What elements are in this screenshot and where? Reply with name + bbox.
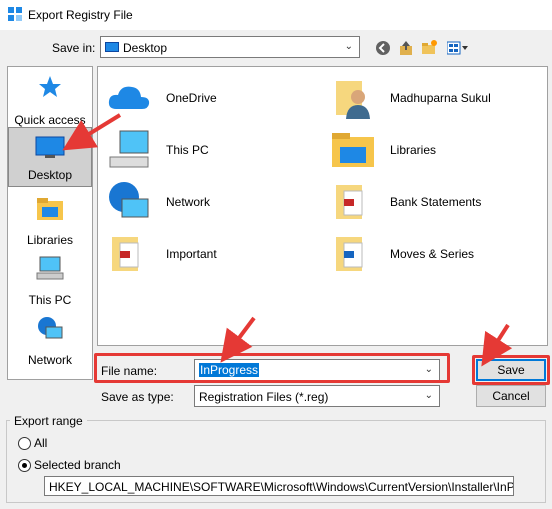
save-as-type-dropdown[interactable]: Registration Files (*.reg) ⌄ [194, 385, 440, 407]
save-as-type-value: Registration Files (*.reg) [199, 390, 329, 404]
place-label: This PC [28, 293, 72, 307]
computer-icon [36, 256, 64, 280]
chevron-down-icon: ⌄ [424, 390, 433, 401]
list-item-important[interactable]: Important [106, 231, 306, 277]
place-label: Quick access [14, 113, 86, 127]
radio-all-label: All [34, 436, 48, 450]
item-label: This PC [166, 143, 209, 157]
title-bar: Export Registry File [0, 0, 552, 30]
list-item-moves-series[interactable]: Moves & Series [330, 231, 530, 277]
place-quick-access[interactable]: Quick access [8, 71, 92, 131]
radio-selected-branch-label: Selected branch [34, 458, 121, 472]
branch-path-input[interactable]: HKEY_LOCAL_MACHINE\SOFTWARE\Microsoft\Wi… [44, 476, 514, 496]
place-label: Desktop [27, 168, 73, 182]
place-this-pc[interactable]: This PC [8, 251, 92, 311]
save-in-label: Save in: [52, 41, 96, 55]
onedrive-cloud-icon [108, 86, 150, 109]
cancel-button[interactable]: Cancel [476, 385, 546, 407]
item-label: Moves & Series [390, 247, 475, 261]
list-item-libraries[interactable]: Libraries [330, 127, 530, 173]
list-item-network[interactable]: Network [106, 179, 306, 225]
libraries-icon [332, 133, 374, 167]
pdf-folder-icon [336, 185, 363, 219]
up-folder-icon[interactable] [397, 39, 415, 57]
save-as-type-label: Save as type: [101, 390, 174, 404]
pdf-folder-icon [112, 237, 139, 271]
desktop-icon [35, 136, 65, 158]
save-in-value: Desktop [123, 41, 168, 55]
star-icon [39, 76, 61, 97]
place-label: Network [27, 353, 72, 367]
network-icon [109, 182, 149, 218]
item-label: Madhuparna Sukul [390, 91, 491, 105]
user-folder-icon [336, 81, 370, 119]
item-label: OneDrive [166, 91, 217, 105]
place-libraries[interactable]: Libraries [8, 191, 92, 251]
file-list-pane: OneDrive Madhuparna Sukul This PC Librar… [97, 66, 548, 346]
window-title: Export Registry File [28, 8, 133, 22]
pdf-folder-icon [336, 237, 363, 271]
radio-selected-branch[interactable] [18, 459, 31, 472]
item-label: Important [166, 247, 217, 261]
desktop-icon [105, 42, 119, 52]
radio-all[interactable] [18, 437, 31, 450]
place-desktop[interactable]: Desktop [8, 127, 92, 187]
registry-app-icon [8, 7, 22, 21]
list-item-this-pc[interactable]: This PC [106, 127, 306, 173]
places-bar: Quick access Desktop Libraries This PC N… [7, 66, 93, 380]
list-item-onedrive[interactable]: OneDrive [106, 75, 306, 121]
chevron-down-icon: ⌄ [344, 41, 353, 52]
computer-icon [109, 130, 149, 168]
list-item-user-folder[interactable]: Madhuparna Sukul [330, 75, 530, 121]
item-label: Libraries [390, 143, 437, 157]
annotation-highlight-box [94, 353, 450, 383]
export-range-title: Export range [10, 414, 87, 428]
view-menu-icon[interactable] [446, 39, 470, 57]
network-icon [38, 317, 63, 339]
list-item-bank-statements[interactable]: Bank Statements [330, 179, 530, 225]
item-label: Network [166, 195, 211, 209]
place-network[interactable]: Network [8, 311, 92, 371]
save-in-row: Save in: Desktop ⌄ [0, 36, 552, 60]
new-folder-icon[interactable] [420, 39, 438, 57]
item-label: Bank Statements [390, 195, 482, 209]
back-arrow-icon[interactable] [374, 39, 392, 57]
save-in-dropdown[interactable]: Desktop ⌄ [100, 36, 360, 58]
annotation-highlight-box [472, 355, 550, 385]
place-label: Libraries [26, 233, 74, 247]
libraries-icon [37, 198, 63, 220]
